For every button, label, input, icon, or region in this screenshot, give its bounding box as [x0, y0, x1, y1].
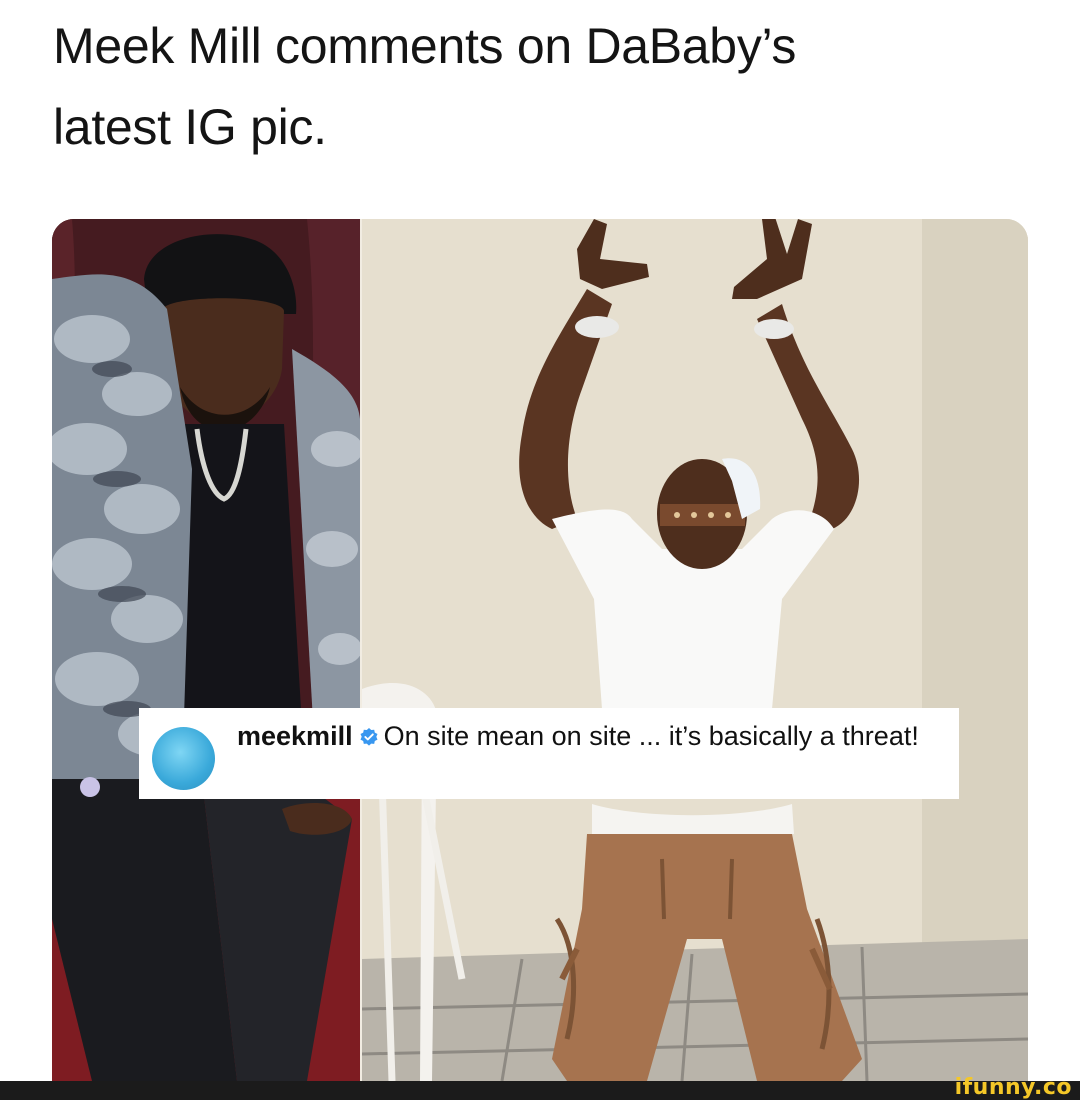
verified-badge-icon [360, 728, 378, 746]
profile-avatar-icon [152, 727, 215, 790]
headline-line-1: Meek Mill comments on DaBaby’s [53, 18, 797, 74]
photo-collage: meekmill On site mean on site ... it’s b… [52, 219, 1028, 1081]
comment-body: On site mean on site ... it’s basically … [383, 721, 919, 751]
right-photo-dababy [362, 219, 1028, 1081]
instagram-comment-card: meekmill On site mean on site ... it’s b… [139, 708, 959, 799]
meme-page: Meek Mill comments on DaBaby’s latest IG… [0, 0, 1080, 1100]
comment-username: meekmill [237, 721, 353, 751]
comment-text: meekmill On site mean on site ... it’s b… [237, 720, 943, 752]
headline-line-2: latest IG pic. [53, 99, 327, 155]
left-photo-meek-mill [52, 219, 360, 1081]
bottom-bar [0, 1081, 1080, 1100]
ifunny-watermark: ifunny.co [954, 1075, 1072, 1100]
left-photo-illustration [52, 219, 360, 1081]
right-photo-illustration [362, 219, 1028, 1081]
headline: Meek Mill comments on DaBaby’s latest IG… [53, 6, 1033, 168]
